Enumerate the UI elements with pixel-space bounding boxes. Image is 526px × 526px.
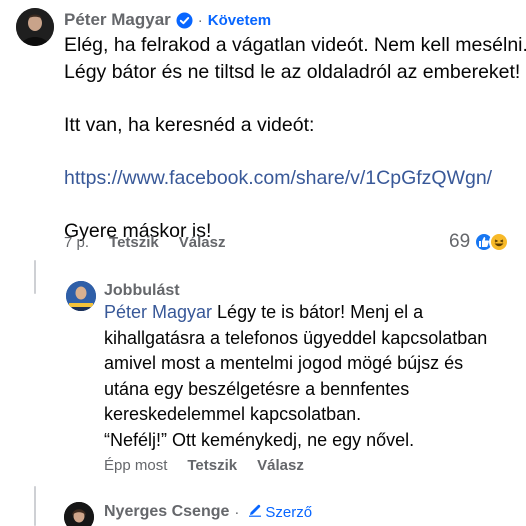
avatar-jobbulast[interactable] <box>66 281 96 311</box>
thread-connector <box>34 486 36 526</box>
haha-icon <box>489 232 510 252</box>
comment-line: Légy bátor és ne tiltsd le az oldaladról… <box>64 60 521 83</box>
comment-body: Elég, ha felrakod a vágatlan videót. Nem… <box>64 32 526 244</box>
reply-like-button[interactable]: Tetszik <box>187 457 237 474</box>
reply-timestamp[interactable]: Épp most <box>104 457 167 474</box>
mention-link[interactable]: Péter Magyar <box>104 302 212 322</box>
reply-body: Péter Magyar Légy te is bátor! Menj el a… <box>104 300 487 453</box>
pencil-icon <box>248 503 262 521</box>
comment-line-blank <box>64 85 526 112</box>
reply-line: Péter Magyar Légy te is bátor! Menj el a <box>104 300 487 326</box>
reply-line: kihallgatásra a telefonos ügyeddel kapcs… <box>104 327 488 348</box>
comment3-author-name[interactable]: Nyerges Csenge <box>104 503 229 521</box>
reply-line-text: Légy te is bátor! Menj el a <box>212 302 424 322</box>
thread-connector <box>34 260 36 294</box>
avatar-nyerges-csenge[interactable] <box>64 502 94 526</box>
reply-line: amivel most a mentelmi jogod mögé bújsz … <box>104 353 464 373</box>
comment-line-blank <box>64 138 526 165</box>
reply-actions: Épp most Tetszik Válasz <box>104 457 304 474</box>
verified-icon <box>176 12 193 29</box>
comment-line-blank <box>64 191 526 218</box>
avatar-peter-magyar[interactable] <box>16 8 54 46</box>
comment-author-name[interactable]: Péter Magyar <box>64 10 171 30</box>
comment-line: Elég, ha felrakod a vágatlan videót. Nem… <box>64 34 526 56</box>
reply-line: utána egy beszélgetésre a bennfentes <box>104 378 410 399</box>
comment3-header: Nyerges Csenge · Szerző <box>104 503 312 521</box>
reaction-summary[interactable]: 69 <box>449 231 510 253</box>
comment-line: Itt van, ha keresnéd a videót: <box>64 113 315 136</box>
follow-button[interactable]: Követem <box>208 12 271 29</box>
separator-dot: · <box>234 503 240 521</box>
video-link[interactable]: https://www.facebook.com/share/v/1CpGfzQ… <box>64 165 526 192</box>
reply-line: kereskedelemmel kapcsolatban. <box>104 404 362 424</box>
separator-dot: · <box>197 11 203 29</box>
comment-actions: 7 p. Tetszik Válasz <box>64 234 225 251</box>
reply-author-name[interactable]: Jobbulást <box>104 282 180 300</box>
reply-header: Jobbulást <box>104 282 180 300</box>
comment-timestamp[interactable]: 7 p. <box>64 234 89 251</box>
reply-reply-button[interactable]: Válasz <box>257 457 304 474</box>
comment-header: Péter Magyar · Követem <box>64 10 271 30</box>
reply-button[interactable]: Válasz <box>179 234 226 251</box>
reply-line: “Nefélj!” Ott keménykedj, ne egy nővel. <box>104 429 415 450</box>
reaction-count: 69 <box>449 231 471 252</box>
like-button[interactable]: Tetszik <box>109 234 159 251</box>
author-badge: Szerző <box>265 503 313 521</box>
